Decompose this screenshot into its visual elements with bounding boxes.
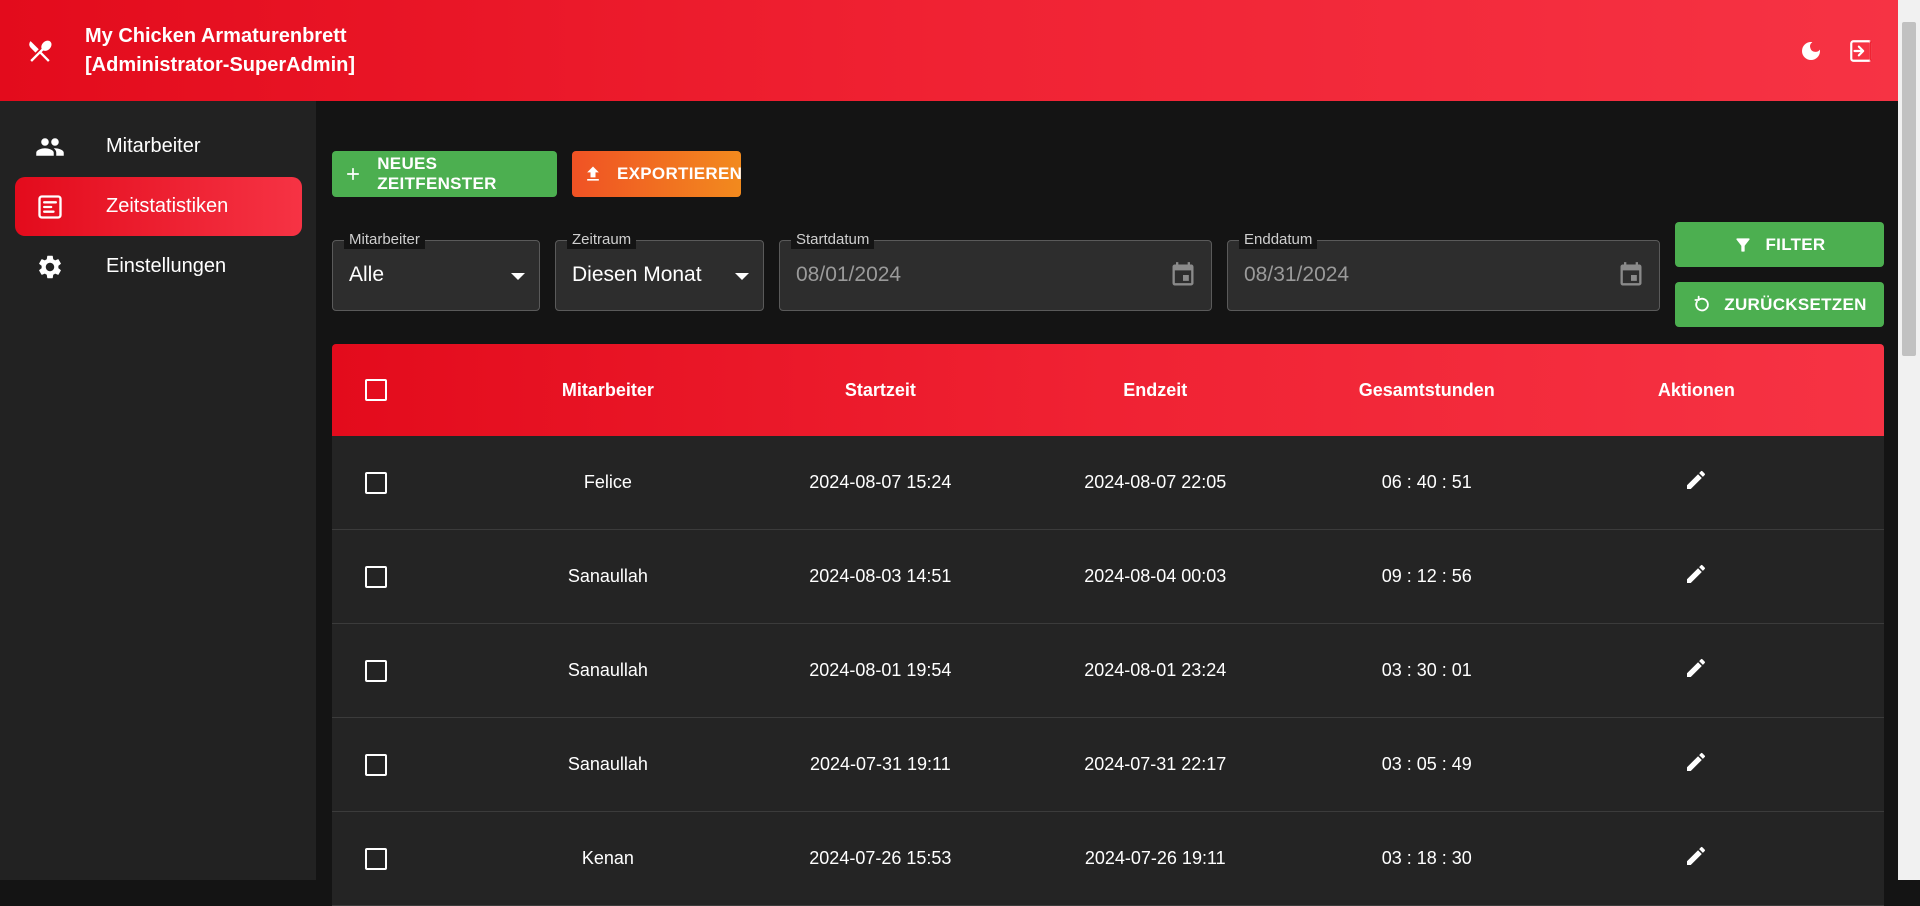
table-row: Sanaullah 2024-08-03 14:51 2024-08-04 00… <box>332 530 1884 624</box>
plus-icon <box>343 163 363 185</box>
scrollbar-thumb[interactable] <box>1902 22 1916 356</box>
cell-end: 2024-08-07 22:05 <box>1084 472 1227 492</box>
app-title-line1: My Chicken Armaturenbrett <box>85 24 347 47</box>
cell-end: 2024-07-26 19:11 <box>1084 848 1226 868</box>
export-button[interactable]: EXPORTIEREN <box>572 151 743 197</box>
start-date-label: Startdatum <box>791 231 875 249</box>
cell-total: 09 : 12 : 56 <box>1381 566 1472 586</box>
people-icon <box>34 132 66 162</box>
end-date-field[interactable]: Enddatum 08/31/2024 <box>1227 231 1660 311</box>
report-icon <box>34 193 66 221</box>
cell-start: 2024-07-31 19:11 <box>809 754 951 774</box>
new-timeslot-button[interactable]: NEUES ZEITFENSTER <box>332 151 557 197</box>
end-date-value: 08/31/2024 <box>1244 263 1350 286</box>
app-header: My Chicken Armaturenbrett [Administrator… <box>0 0 1898 101</box>
cell-employee: Sanaullah <box>567 660 648 680</box>
calendar-icon[interactable] <box>1617 261 1645 294</box>
caret-down-icon <box>511 273 525 280</box>
cell-total: 03 : 18 : 30 <box>1381 848 1472 868</box>
calendar-icon[interactable] <box>1169 261 1197 294</box>
period-select-value: Diesen Monat <box>572 263 702 286</box>
cell-total: 03 : 30 : 01 <box>1381 660 1472 680</box>
row-checkbox[interactable] <box>365 565 388 588</box>
page-scrollbar[interactable] <box>1898 0 1920 880</box>
table-row: Kenan 2024-07-26 15:53 2024-07-26 19:11 … <box>332 812 1884 906</box>
new-timeslot-label: NEUES ZEITFENSTER <box>377 154 497 193</box>
table-row: Sanaullah 2024-08-01 19:54 2024-08-01 23… <box>332 624 1884 718</box>
sidebar: Mitarbeiter Zeitstatistiken Einstellunge… <box>0 101 316 880</box>
employee-select[interactable]: Mitarbeiter Alle <box>332 231 540 311</box>
select-all-checkbox[interactable] <box>365 379 388 401</box>
column-header[interactable]: Gesamtstunden <box>1345 380 1509 401</box>
sidebar-item-label: Einstellungen <box>106 255 227 277</box>
cell-employee: Kenan <box>581 848 634 868</box>
column-header[interactable]: Startzeit <box>795 380 966 401</box>
filter-icon <box>1733 235 1753 255</box>
refresh-icon <box>1692 295 1712 315</box>
caret-down-icon <box>735 273 749 280</box>
period-select-label: Zeitraum <box>567 231 637 249</box>
reset-button[interactable]: ZURÜCKSETZEN <box>1675 282 1884 327</box>
table-header: Mitarbeiter Startzeit Endzeit Gesamtstun… <box>332 344 1884 436</box>
time-table: Mitarbeiter Startzeit Endzeit Gesamtstun… <box>332 344 1884 906</box>
cell-employee: Felice <box>583 472 632 492</box>
table-row: Felice 2024-08-07 15:24 2024-08-07 22:05… <box>332 436 1884 530</box>
edit-icon[interactable] <box>1684 750 1708 774</box>
cell-start: 2024-08-07 15:24 <box>809 472 952 492</box>
cell-end: 2024-07-31 22:17 <box>1084 754 1227 774</box>
reset-label: ZURÜCKSETZEN <box>1724 294 1867 314</box>
sidebar-item-label: Mitarbeiter <box>106 135 201 157</box>
edit-icon[interactable] <box>1684 468 1708 492</box>
sidebar-item-mitarbeiter[interactable]: Mitarbeiter <box>15 117 302 176</box>
cell-end: 2024-08-01 23:24 <box>1084 660 1227 680</box>
cell-end: 2024-08-04 00:03 <box>1084 566 1227 586</box>
sidebar-item-einstellungen[interactable]: Einstellungen <box>15 237 302 296</box>
logout-icon[interactable] <box>1848 38 1874 64</box>
cell-start: 2024-08-01 19:54 <box>809 660 952 680</box>
edit-icon[interactable] <box>1684 656 1708 680</box>
start-date-value: 08/01/2024 <box>796 263 902 286</box>
export-label: EXPORTIEREN <box>617 164 743 183</box>
upload-icon <box>583 163 603 185</box>
cell-employee: Sanaullah <box>567 754 648 774</box>
app-title-line2: [Administrator-SuperAdmin] <box>85 53 355 76</box>
column-header: Aktionen <box>1657 379 1735 400</box>
filter-label: FILTER <box>1765 234 1826 254</box>
table-row: Sanaullah 2024-07-31 19:11 2024-07-31 22… <box>332 718 1884 812</box>
column-header[interactable]: Mitarbeiter <box>421 380 795 401</box>
employee-select-label: Mitarbeiter <box>344 231 425 249</box>
cell-total: 03 : 05 : 49 <box>1381 754 1472 774</box>
cell-total: 06 : 40 : 51 <box>1381 472 1472 492</box>
row-checkbox[interactable] <box>365 659 388 682</box>
gear-icon <box>34 253 66 281</box>
period-select[interactable]: Zeitraum Diesen Monat <box>555 231 764 311</box>
cell-employee: Sanaullah <box>567 566 648 586</box>
cell-start: 2024-08-03 14:51 <box>809 566 952 586</box>
utensils-icon[interactable] <box>0 37 80 65</box>
column-header[interactable]: Endzeit <box>966 380 1345 401</box>
start-date-field[interactable]: Startdatum 08/01/2024 <box>779 231 1212 311</box>
filter-button[interactable]: FILTER <box>1675 222 1884 267</box>
row-checkbox[interactable] <box>365 753 388 776</box>
edit-icon[interactable] <box>1684 844 1708 868</box>
employee-select-value: Alle <box>349 263 385 286</box>
end-date-label: Enddatum <box>1239 231 1318 249</box>
sidebar-item-label: Zeitstatistiken <box>106 195 229 217</box>
cell-start: 2024-07-26 15:53 <box>809 848 952 868</box>
edit-icon[interactable] <box>1684 562 1708 586</box>
row-checkbox[interactable] <box>365 847 388 870</box>
moon-icon[interactable] <box>1798 38 1824 64</box>
sidebar-item-zeitstatistiken[interactable]: Zeitstatistiken <box>15 177 302 236</box>
app-title: My Chicken Armaturenbrett [Administrator… <box>85 22 355 80</box>
row-checkbox[interactable] <box>365 471 388 494</box>
